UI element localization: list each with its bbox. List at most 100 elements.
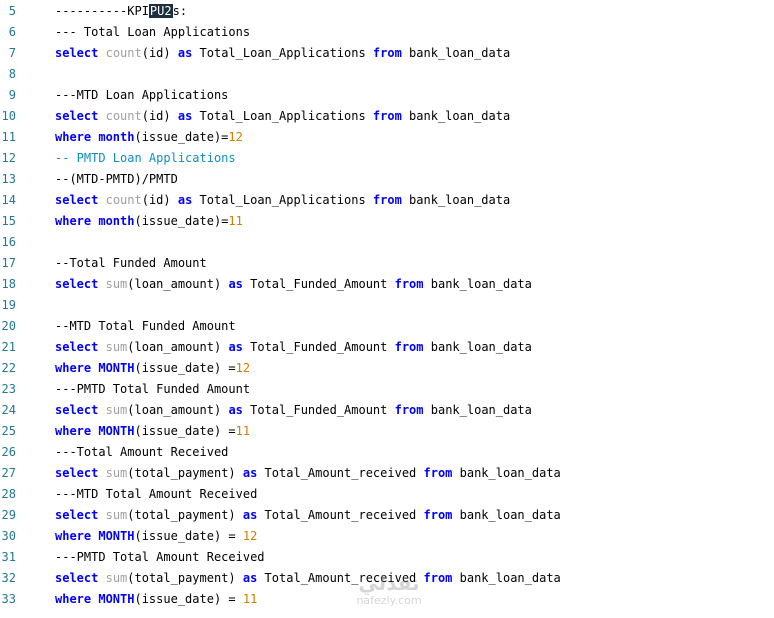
line-code[interactable]: --- Total Loan Applications bbox=[55, 22, 250, 43]
line-code[interactable]: select sum(total_payment) as Total_Amoun… bbox=[55, 463, 561, 484]
keyword-token: from bbox=[372, 109, 402, 123]
line-code[interactable]: select sum(total_payment) as Total_Amoun… bbox=[55, 505, 561, 526]
line-number: 12 bbox=[1, 151, 16, 165]
line-code[interactable]: where MONTH(issue_date) =11 bbox=[55, 421, 250, 442]
line-code[interactable]: --(MTD-PMTD)/PMTD bbox=[55, 169, 178, 190]
function-token: count bbox=[105, 109, 142, 123]
code-line[interactable]: 7 select count(id) as Total_Loan_Applicat… bbox=[0, 43, 774, 64]
line-number: 24 bbox=[1, 403, 16, 417]
line-number: 5 bbox=[8, 4, 16, 18]
number-token: 11 bbox=[228, 214, 243, 228]
code-token: bank_loan_data bbox=[401, 109, 511, 123]
keyword-token: as bbox=[177, 109, 193, 123]
code-line[interactable]: 16 bbox=[0, 232, 774, 253]
line-code[interactable]: select sum(loan_amount) as Total_Funded_… bbox=[55, 274, 532, 295]
code-token: (loan_amount) bbox=[127, 340, 229, 354]
watermark-logo: نفذلي bbox=[358, 571, 420, 595]
line-code[interactable]: ---MTD Total Amount Received bbox=[55, 484, 257, 505]
line-code[interactable]: where month(issue_date)=11 bbox=[55, 211, 243, 232]
line-code[interactable]: select sum(loan_amount) as Total_Funded_… bbox=[55, 337, 532, 358]
line-number: 33 bbox=[1, 592, 16, 606]
code-token: ---Total Amount Received bbox=[55, 445, 229, 459]
code-line[interactable]: 20 --MTD Total Funded Amount bbox=[0, 316, 774, 337]
comment-token: -- PMTD Loan Applications bbox=[55, 151, 236, 165]
code-line[interactable]: 29 select sum(total_payment) as Total_Amo… bbox=[0, 505, 774, 526]
code-editor[interactable]: 5 ----------KPIPU2s: 6 --- Total Loan Appli… bbox=[0, 0, 774, 618]
keyword-token: where bbox=[55, 529, 92, 543]
keyword-token: from bbox=[423, 508, 453, 522]
code-token: bank_loan_data bbox=[401, 46, 511, 60]
code-token: (id) bbox=[141, 109, 178, 123]
code-token: (total_payment) bbox=[127, 466, 243, 480]
code-line[interactable]: 14 select count(id) as Total_Loan_Applica… bbox=[0, 190, 774, 211]
line-number: 7 bbox=[8, 46, 16, 60]
code-line[interactable]: 21 select sum(loan_amount) as Total_Funde… bbox=[0, 337, 774, 358]
code-line[interactable]: 26 ---Total Amount Received bbox=[0, 442, 774, 463]
number-token: 11 bbox=[235, 424, 251, 438]
keyword-token: where bbox=[55, 130, 92, 144]
line-code[interactable]: select count(id) as Total_Loan_Applicati… bbox=[55, 43, 510, 64]
line-code[interactable]: where MONTH(issue_date) =12 bbox=[55, 358, 250, 379]
code-line[interactable]: 12 -- PMTD Loan Applications bbox=[0, 148, 774, 169]
number-token: 12 bbox=[242, 529, 258, 543]
code-token: ---PMTD Total Funded Amount bbox=[55, 382, 251, 396]
keyword-token: as bbox=[228, 277, 243, 291]
number-token: 11 bbox=[242, 592, 258, 606]
code-line[interactable]: 13 --(MTD-PMTD)/PMTD bbox=[0, 169, 774, 190]
line-code[interactable]: select count(id) as Total_Loan_Applicati… bbox=[55, 190, 510, 211]
code-line[interactable]: 23 ---PMTD Total Funded Amount bbox=[0, 379, 774, 400]
code-line[interactable]: 22 where MONTH(issue_date) =12 bbox=[0, 358, 774, 379]
line-number: 30 bbox=[1, 529, 16, 543]
function-keyword-token: MONTH bbox=[98, 592, 135, 606]
code-line[interactable]: 6 --- Total Loan Applications bbox=[0, 22, 774, 43]
line-code[interactable]: select sum(loan_amount) as Total_Funded_… bbox=[55, 400, 532, 421]
code-line[interactable]: 5 ----------KPIPU2s: bbox=[0, 1, 774, 22]
code-line[interactable]: 15 where month(issue_date)=11 bbox=[0, 211, 774, 232]
line-code[interactable]: select count(id) as Total_Loan_Applicati… bbox=[55, 106, 510, 127]
line-code[interactable]: where month(issue_date)=12 bbox=[55, 127, 243, 148]
code-line[interactable]: 18 select sum(loan_amount) as Total_Funde… bbox=[0, 274, 774, 295]
code-line[interactable]: 11 where month(issue_date)=12 bbox=[0, 127, 774, 148]
line-code[interactable]: --Total Funded Amount bbox=[55, 253, 207, 274]
line-code[interactable]: ---MTD Loan Applications bbox=[55, 85, 228, 106]
line-code[interactable]: -- PMTD Loan Applications bbox=[55, 148, 236, 169]
code-line[interactable]: 31 ---PMTD Total Amount Received bbox=[0, 547, 774, 568]
code-token: Total_Funded_Amount bbox=[242, 403, 395, 417]
number-token: 12 bbox=[235, 361, 251, 375]
code-line[interactable]: 10 select count(id) as Total_Loan_Applica… bbox=[0, 106, 774, 127]
function-keyword-token: MONTH bbox=[98, 361, 135, 375]
code-line[interactable]: 27 select sum(total_payment) as Total_Amo… bbox=[0, 463, 774, 484]
line-number: 31 bbox=[1, 550, 16, 564]
code-token: bank_loan_data bbox=[452, 466, 561, 480]
line-code[interactable]: --MTD Total Funded Amount bbox=[55, 316, 236, 337]
code-line[interactable]: 28 ---MTD Total Amount Received bbox=[0, 484, 774, 505]
keyword-token: where bbox=[55, 424, 92, 438]
keyword-token: from bbox=[423, 466, 453, 480]
line-code[interactable]: ---PMTD Total Amount Received bbox=[55, 547, 265, 568]
code-line[interactable]: 19 bbox=[0, 295, 774, 316]
code-token: Total_Funded_Amount bbox=[242, 340, 395, 354]
code-token: Total_Amount_received bbox=[257, 508, 424, 522]
code-token: Total_Loan_Applications bbox=[192, 109, 373, 123]
line-code[interactable]: ---Total Amount Received bbox=[55, 442, 228, 463]
line-code[interactable]: ---PMTD Total Funded Amount bbox=[55, 379, 250, 400]
code-line[interactable]: 30 where MONTH(issue_date) = 12 bbox=[0, 526, 774, 547]
code-line[interactable]: 25 where MONTH(issue_date) =11 bbox=[0, 421, 774, 442]
code-line[interactable]: 9 ---MTD Loan Applications bbox=[0, 85, 774, 106]
code-line[interactable]: 17 --Total Funded Amount bbox=[0, 253, 774, 274]
code-token: ---PMTD Total Amount Received bbox=[55, 550, 265, 564]
code-line[interactable]: 24 select sum(loan_amount) as Total_Funde… bbox=[0, 400, 774, 421]
line-code[interactable]: where MONTH(issue_date) = 11 bbox=[55, 589, 257, 610]
line-code[interactable]: ----------KPIPU2s: bbox=[55, 1, 187, 22]
code-line[interactable]: 8 bbox=[0, 64, 774, 85]
line-code[interactable]: where MONTH(issue_date) = 12 bbox=[55, 526, 257, 547]
keyword-token: from bbox=[394, 403, 424, 417]
keyword-token: where bbox=[55, 592, 92, 606]
line-code[interactable]: select sum(total_payment) as Total_Amoun… bbox=[55, 568, 561, 589]
keyword-token: select bbox=[55, 403, 99, 417]
code-token: (total_payment) bbox=[127, 571, 243, 585]
code-token: --(MTD-PMTD)/PMTD bbox=[55, 172, 178, 186]
function-token: count bbox=[105, 46, 142, 60]
